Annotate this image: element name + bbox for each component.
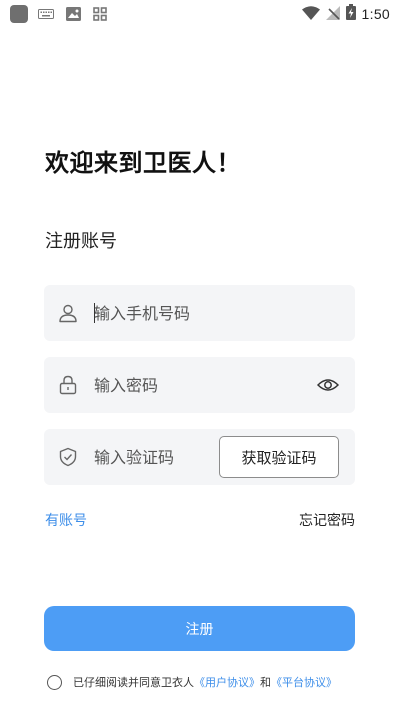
password-field[interactable] (44, 357, 355, 413)
status-bar-right: 1:50 (301, 4, 390, 24)
page-title: 欢迎来到卫医人！ (45, 149, 241, 177)
keyboard-icon (37, 6, 55, 22)
shield-icon (58, 447, 78, 467)
phone-input[interactable] (94, 299, 294, 327)
agreement-and: 和 (260, 676, 271, 689)
user-icon (58, 303, 78, 323)
get-code-button[interactable]: 获取验证码 (219, 436, 339, 478)
forgot-password-link[interactable]: 忘记密码 (299, 510, 355, 530)
grid-icon (91, 6, 109, 22)
app-icon (10, 5, 28, 23)
platform-agreement-link[interactable]: 《平台协议》 (271, 674, 337, 690)
agreement-text: 已仔细阅读并同意卫衣人 (73, 676, 194, 689)
status-time: 1:50 (361, 6, 390, 22)
lock-icon (58, 375, 78, 395)
image-icon (64, 6, 82, 22)
status-bar-left (10, 5, 109, 23)
verification-code-input[interactable] (94, 443, 214, 471)
password-input[interactable] (94, 371, 294, 399)
have-account-link[interactable]: 有账号 (45, 510, 87, 530)
eye-icon[interactable] (316, 376, 340, 394)
page-subtitle: 注册账号 (45, 231, 117, 252)
agreement-radio[interactable] (47, 674, 62, 690)
no-signal-icon (325, 5, 340, 24)
agreement-row: 已仔细阅读并同意卫衣人 《用户协议》 和 《平台协议》 (47, 674, 337, 690)
battery-charging-icon (345, 4, 356, 24)
status-bar: 1:50 (0, 0, 400, 28)
phone-field[interactable] (44, 285, 355, 341)
verification-code-field[interactable]: 获取验证码 (44, 429, 355, 485)
register-button[interactable]: 注册 (44, 606, 355, 651)
user-agreement-link[interactable]: 《用户协议》 (194, 674, 260, 690)
wifi-icon (301, 5, 320, 24)
